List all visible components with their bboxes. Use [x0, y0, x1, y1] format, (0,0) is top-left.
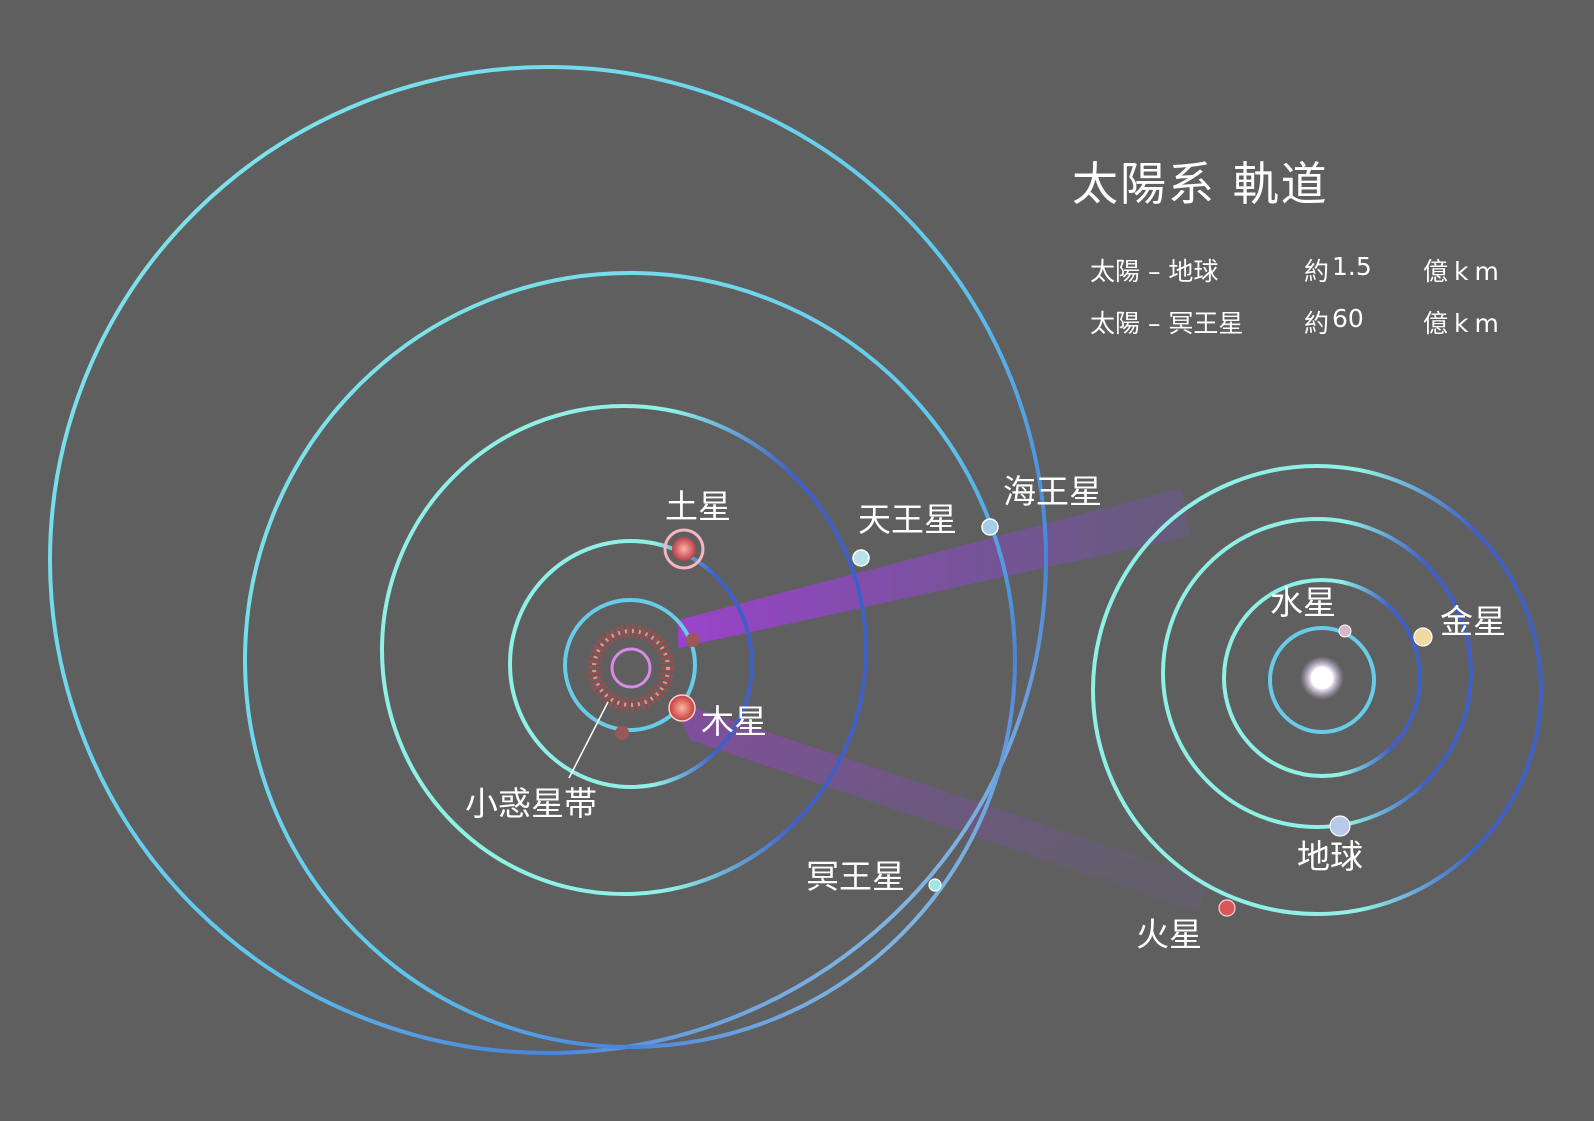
asteroid-belt-label: 小惑星帯	[465, 784, 597, 823]
mercury-planet	[1338, 624, 1352, 638]
neptune-label: 海王星	[1003, 472, 1102, 511]
saturn-orbit	[508, 539, 754, 789]
distance-unit: 億km	[1423, 309, 1505, 338]
distance-unit: 億km	[1423, 257, 1505, 286]
distance-approx: 約	[1304, 309, 1330, 338]
jupiter-label: 木星	[701, 702, 767, 741]
mars-planet	[1218, 899, 1236, 917]
earth-planet	[1329, 815, 1351, 837]
neptune-orbit	[243, 271, 1017, 1049]
distance-value: 1.5	[1332, 252, 1372, 281]
solar-system-diagram: 土星 木星 天王星 海王星 小惑星帯 冥王星 水星 金星 地球 火星 太陽系 軌…	[0, 0, 1594, 1121]
distance-pair: 太陽 – 冥王星	[1090, 309, 1244, 338]
mercury-label: 水星	[1270, 583, 1336, 622]
venus-planet	[1413, 627, 1433, 647]
orbit-diagram: 土星 木星 天王星 海王星 小惑星帯 冥王星 水星 金星 地球 火星	[48, 65, 1543, 1055]
inner-system-marker	[610, 647, 652, 689]
diagram-title: 太陽系 軌道	[1072, 157, 1329, 211]
venus-label: 金星	[1440, 602, 1506, 641]
saturn-label: 土星	[665, 487, 731, 526]
earth-label: 地球	[1297, 837, 1363, 876]
distance-value: 60	[1332, 304, 1364, 333]
saturn-planet	[672, 537, 696, 561]
pluto-orbit	[48, 65, 1048, 1055]
neptune-planet	[981, 518, 999, 536]
pluto-label: 冥王星	[806, 857, 905, 896]
distance-pair: 太陽 – 地球	[1090, 257, 1219, 286]
distance-approx: 約	[1304, 257, 1330, 286]
uranus-planet	[852, 549, 870, 567]
pluto-planet	[928, 878, 942, 892]
sun	[1311, 667, 1333, 689]
mars-label: 火星	[1136, 915, 1202, 954]
jupiter-planet	[668, 694, 696, 722]
uranus-label: 天王星	[858, 500, 957, 539]
